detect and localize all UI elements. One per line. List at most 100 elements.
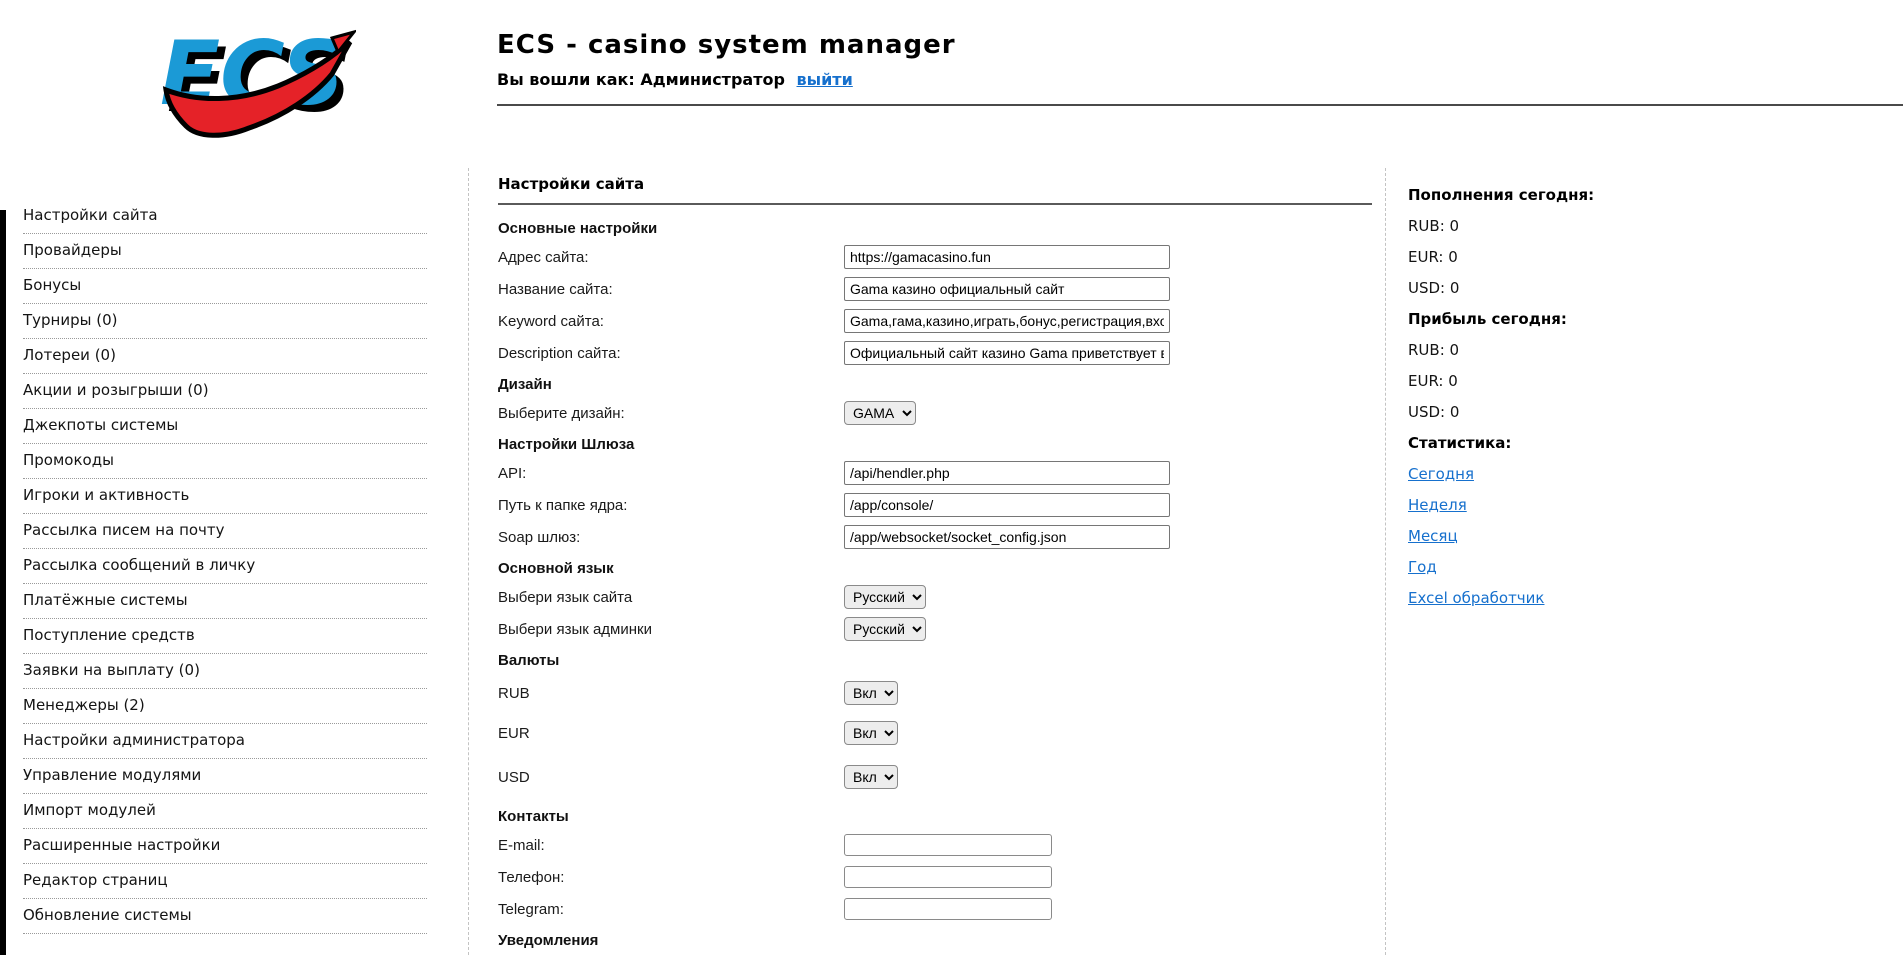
design-select[interactable]: GAMA <box>844 401 916 425</box>
sidebar-item-advanced-settings[interactable]: Расширенные настройки <box>23 829 427 864</box>
site-name-input[interactable] <box>844 277 1170 301</box>
site-name-label: Название сайта: <box>498 281 844 298</box>
sidebar-item-promocodes[interactable]: Промокоды <box>23 444 427 479</box>
sidebar-item-payment-systems[interactable]: Платёжные системы <box>23 584 427 619</box>
profit-usd-code: USD: <box>1408 403 1445 421</box>
logout-link[interactable]: выйти <box>797 70 853 89</box>
sidebar-item-jackpots[interactable]: Джекпоты системы <box>23 409 427 444</box>
admin-lang-label: Выбери язык админки <box>498 621 844 638</box>
ecs-logo-graphic: ECS ECS <box>136 8 356 150</box>
site-lang-label: Выбери язык сайта <box>498 589 844 606</box>
soap-label: Soap шлюз: <box>498 529 844 546</box>
api-input[interactable] <box>844 461 1170 485</box>
field-row-site-description: Description сайта: <box>498 337 1372 369</box>
profit-eur: EUR: 0 <box>1408 372 1728 390</box>
stats-panel: Пополнения сегодня: RUB: 0 EUR: 0 USD: 0… <box>1408 186 1728 620</box>
design-label: Выберите дизайн: <box>498 405 844 422</box>
sidebar-item-bonuses[interactable]: Бонусы <box>23 269 427 304</box>
field-row-telegram: Telegram: <box>498 893 1372 925</box>
telegram-label: Telegram: <box>498 901 844 918</box>
deposits-rub-code: RUB: <box>1408 217 1445 235</box>
field-row-usd: USD Вкл <box>498 753 1372 801</box>
field-row-api: API: <box>498 457 1372 489</box>
sidebar-item-module-management[interactable]: Управление модулями <box>23 759 427 794</box>
sidebar-item-providers[interactable]: Провайдеры <box>23 234 427 269</box>
site-settings-form: Настройки сайта Основные настройки Адрес… <box>498 175 1372 955</box>
admin-lang-select[interactable]: Русский <box>844 617 926 641</box>
sidebar-item-system-update[interactable]: Обновление системы <box>23 899 427 934</box>
sidebar-item-promotions[interactable]: Акции и розыгрыши (0) <box>23 374 427 409</box>
deposits-usd-value: 0 <box>1450 279 1460 297</box>
deposits-rub: RUB: 0 <box>1408 217 1728 235</box>
rub-label: RUB <box>498 685 844 702</box>
profit-usd: USD: 0 <box>1408 403 1728 421</box>
sidebar-item-tournaments[interactable]: Турниры (0) <box>23 304 427 339</box>
sidebar-item-players-activity[interactable]: Игроки и активность <box>23 479 427 514</box>
site-keyword-input[interactable] <box>844 309 1170 333</box>
sidebar-item-incoming-funds[interactable]: Поступление средств <box>23 619 427 654</box>
field-row-site-lang: Выбери язык сайта Русский <box>498 581 1372 613</box>
site-description-label: Description сайта: <box>498 345 844 362</box>
field-row-site-address: Адрес сайта: <box>498 241 1372 273</box>
section-gateway: Настройки Шлюза <box>498 433 1372 457</box>
eur-label: EUR <box>498 725 844 742</box>
profit-usd-value: 0 <box>1450 403 1460 421</box>
site-address-label: Адрес сайта: <box>498 249 844 266</box>
deposits-today-title: Пополнения сегодня: <box>1408 186 1728 204</box>
site-lang-select[interactable]: Русский <box>844 585 926 609</box>
sidebar-item-email-mailing[interactable]: Рассылка писем на почту <box>23 514 427 549</box>
sidebar-item-site-settings[interactable]: Настройки сайта <box>23 199 427 234</box>
sidebar-item-managers[interactable]: Менеджеры (2) <box>23 689 427 724</box>
phone-label: Телефон: <box>498 869 844 886</box>
main-panel: Настройки сайта Основные настройки Адрес… <box>468 168 1386 955</box>
email-input[interactable] <box>844 834 1052 856</box>
sidebar-item-module-import[interactable]: Импорт модулей <box>23 794 427 829</box>
header-divider <box>497 104 1903 106</box>
field-row-site-name: Название сайта: <box>498 273 1372 305</box>
deposits-rub-value: 0 <box>1450 217 1460 235</box>
telegram-input[interactable] <box>844 898 1052 920</box>
panel-title: Настройки сайта <box>498 175 1372 195</box>
stats-link-week[interactable]: Неделя <box>1408 496 1728 514</box>
panel-title-rule <box>498 203 1372 205</box>
deposits-usd: USD: 0 <box>1408 279 1728 297</box>
usd-select[interactable]: Вкл <box>844 765 898 789</box>
core-path-input[interactable] <box>844 493 1170 517</box>
site-description-input[interactable] <box>844 341 1170 365</box>
sidebar-item-pm-mailing[interactable]: Рассылка сообщений в личку <box>23 549 427 584</box>
api-label: API: <box>498 465 844 482</box>
section-currencies: Валюты <box>498 649 1372 673</box>
rub-select[interactable]: Вкл <box>844 681 898 705</box>
field-row-email: E-mail: <box>498 829 1372 861</box>
page-title: ECS - casino system manager <box>497 30 1903 60</box>
profit-today-title: Прибыль сегодня: <box>1408 310 1728 328</box>
stats-link-year[interactable]: Год <box>1408 558 1728 576</box>
section-contacts: Контакты <box>498 805 1372 829</box>
sidebar-item-payout-requests[interactable]: Заявки на выплату (0) <box>23 654 427 689</box>
site-address-input[interactable] <box>844 245 1170 269</box>
stats-link-excel[interactable]: Excel обработчик <box>1408 589 1728 607</box>
profit-eur-value: 0 <box>1448 372 1458 390</box>
logged-in-label: Вы вошли как: Администратор <box>497 70 785 89</box>
phone-input[interactable] <box>844 866 1052 888</box>
sidebar-item-lotteries[interactable]: Лотереи (0) <box>23 339 427 374</box>
deposits-usd-code: USD: <box>1408 279 1445 297</box>
stats-link-month[interactable]: Месяц <box>1408 527 1728 545</box>
profit-rub: RUB: 0 <box>1408 341 1728 359</box>
eur-select[interactable]: Вкл <box>844 721 898 745</box>
site-keyword-label: Keyword сайта: <box>498 313 844 330</box>
sidebar-item-page-editor[interactable]: Редактор страниц <box>23 864 427 899</box>
field-row-design: Выберите дизайн: GAMA <box>498 397 1372 429</box>
left-black-strip <box>0 210 6 955</box>
profit-rub-code: RUB: <box>1408 341 1445 359</box>
usd-label: USD <box>498 769 844 786</box>
profit-rub-value: 0 <box>1450 341 1460 359</box>
field-row-soap: Soap шлюз: <box>498 521 1372 553</box>
soap-input[interactable] <box>844 525 1170 549</box>
stats-link-today[interactable]: Сегодня <box>1408 465 1728 483</box>
sidebar-item-admin-settings[interactable]: Настройки администратора <box>23 724 427 759</box>
section-basic-settings: Основные настройки <box>498 217 1372 241</box>
field-row-admin-lang: Выбери язык админки Русский <box>498 613 1372 645</box>
deposits-eur-value: 0 <box>1448 248 1458 266</box>
profit-eur-code: EUR: <box>1408 372 1443 390</box>
